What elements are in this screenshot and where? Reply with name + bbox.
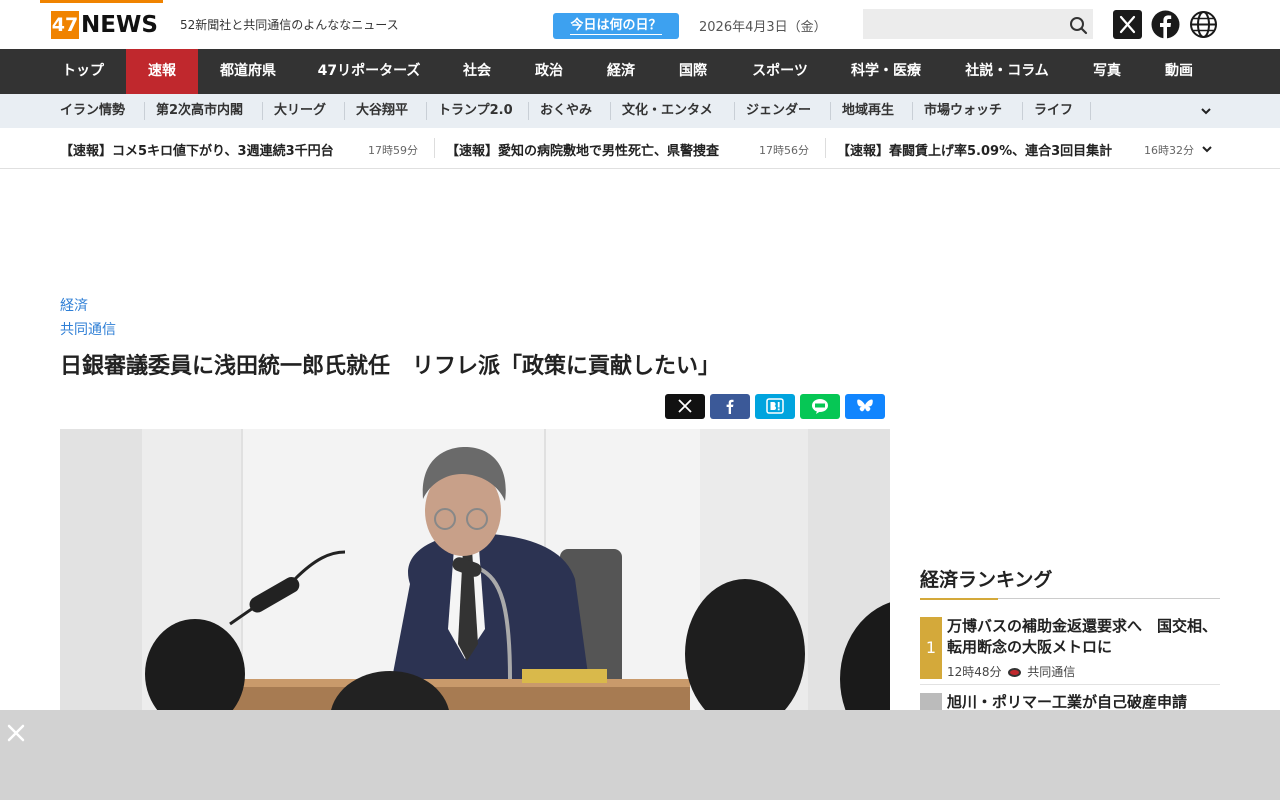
site-tagline: 52新聞社と共同通信のよんななニュース	[180, 18, 399, 32]
search-icon[interactable]	[1067, 14, 1089, 36]
kyodo-logo-icon	[1008, 668, 1022, 677]
ranking-row-divider	[920, 684, 1220, 685]
article-photo[interactable]	[60, 429, 890, 710]
topic-separator	[1090, 102, 1091, 120]
topic-item[interactable]: 地域再生	[842, 94, 894, 128]
current-date: 2026年4月3日（金）	[699, 20, 827, 35]
chevron-down-icon[interactable]	[1201, 143, 1213, 155]
nav-item-top[interactable]: トップ	[46, 49, 120, 94]
nav-item-editorials[interactable]: 社説・コラム	[952, 49, 1062, 94]
logo-word: NEWS	[81, 12, 158, 38]
ranking-divider-accent	[920, 598, 998, 600]
nav-item-society[interactable]: 社会	[450, 49, 504, 94]
topic-separator	[344, 102, 345, 120]
share-line-button[interactable]	[800, 394, 840, 419]
x-icon	[678, 399, 692, 413]
topic-separator	[912, 102, 913, 120]
article-source[interactable]: 共同通信	[60, 319, 116, 339]
topic-navigation: イラン情勢 第2次高市内閣 大リーグ 大谷翔平 トランプ2.0 おくやみ 文化・…	[0, 94, 1280, 128]
ticker-headline[interactable]: 【速報】愛知の病院敷地で男性死亡、県警捜査	[446, 140, 719, 159]
topic-item[interactable]: ジェンダー	[746, 94, 811, 128]
topic-separator	[1022, 102, 1023, 120]
ticker-headline[interactable]: 【速報】コメ5キロ値下がり、3週連続3千円台	[60, 140, 334, 159]
nav-item-videos[interactable]: 動画	[1152, 49, 1206, 94]
ranking-number-badge: 1	[920, 617, 942, 679]
article-headline: 日銀審議委員に浅田統一郎氏就任 リフレ派「政策に貢献したい」	[60, 354, 721, 379]
today-in-history-button[interactable]: 今日は何の日？	[553, 13, 679, 39]
ticker-time: 17時56分	[759, 144, 809, 157]
close-icon[interactable]	[6, 723, 26, 743]
topic-separator	[830, 102, 831, 120]
main-navigation: トップ 速報 都道府県 47リポーターズ 社会 政治 経済 国際 スポーツ 科学…	[0, 49, 1280, 94]
ranking-item-meta: 12時48分 共同通信	[947, 663, 1075, 680]
topic-separator	[734, 102, 735, 120]
share-x-button[interactable]	[665, 394, 705, 419]
nav-item-breaking[interactable]: 速報	[126, 49, 198, 94]
press-conference-photo	[60, 429, 890, 710]
ticker-time: 17時59分	[368, 144, 418, 157]
globe-icon[interactable]	[1189, 10, 1218, 39]
facebook-icon[interactable]	[1151, 10, 1180, 39]
ranking-item-time: 12時48分	[947, 665, 1002, 679]
topic-separator	[144, 102, 145, 120]
ticker-separator	[825, 138, 826, 158]
logo-accent-bar	[40, 0, 163, 3]
topic-item[interactable]: 文化・エンタメ	[622, 94, 713, 128]
ticker-time: 16時32分	[1144, 144, 1194, 157]
nav-item-photos[interactable]: 写真	[1080, 49, 1134, 94]
search-input[interactable]	[863, 9, 1093, 39]
topic-item[interactable]: 第2次高市内閣	[156, 94, 243, 128]
ticker-separator	[434, 138, 435, 158]
topic-separator	[426, 102, 427, 120]
nav-item-prefectures[interactable]: 都道府県	[208, 49, 288, 94]
logo-number: 47	[51, 11, 79, 39]
bottom-ad-overlay	[0, 710, 1280, 800]
topic-separator	[262, 102, 263, 120]
topic-item[interactable]: 大谷翔平	[356, 94, 408, 128]
nav-item-international[interactable]: 国際	[666, 49, 720, 94]
nav-item-47reporters[interactable]: 47リポーターズ	[306, 49, 432, 94]
topic-item[interactable]: おくやみ	[540, 94, 592, 128]
topic-item[interactable]: 大リーグ	[274, 94, 326, 128]
site-header: 47 NEWS 52新聞社と共同通信のよんななニュース 今日は何の日？ 2026…	[0, 0, 1280, 49]
ranking-title: 経済ランキング	[920, 569, 1053, 591]
nav-item-science[interactable]: 科学・医療	[838, 49, 934, 94]
article-category[interactable]: 経済	[60, 295, 88, 315]
nav-item-economy[interactable]: 経済	[594, 49, 648, 94]
facebook-icon	[726, 399, 734, 414]
topic-item[interactable]: イラン情勢	[60, 94, 125, 128]
share-facebook-button[interactable]	[710, 394, 750, 419]
ranking-item-source: 共同通信	[1027, 665, 1076, 679]
topic-item[interactable]: トランプ2.0	[438, 94, 513, 128]
share-bluesky-button[interactable]	[845, 394, 885, 419]
topic-separator	[528, 102, 529, 120]
nav-item-politics[interactable]: 政治	[522, 49, 576, 94]
breaking-news-ticker: 【速報】コメ5キロ値下がり、3週連続3千円台 17時59分 【速報】愛知の病院敷…	[0, 128, 1280, 169]
x-icon[interactable]	[1113, 10, 1142, 39]
nav-item-sports[interactable]: スポーツ	[740, 49, 820, 94]
site-logo[interactable]: 47 NEWS	[51, 11, 158, 39]
line-icon	[812, 399, 828, 414]
chevron-down-icon[interactable]	[1200, 105, 1212, 117]
ticker-headline[interactable]: 【速報】春闘賃上げ率5.09%、連合3回目集計	[837, 140, 1112, 159]
ranking-item-title[interactable]: 万博バスの補助金返還要求へ 国交相、転用断念の大阪メトロに	[947, 616, 1217, 658]
bluesky-icon	[857, 399, 873, 412]
hatena-icon	[766, 398, 784, 414]
topic-item[interactable]: ライフ	[1034, 94, 1073, 128]
share-hatena-button[interactable]	[755, 394, 795, 419]
topic-separator	[610, 102, 611, 120]
topic-item[interactable]: 市場ウォッチ	[924, 94, 1002, 128]
